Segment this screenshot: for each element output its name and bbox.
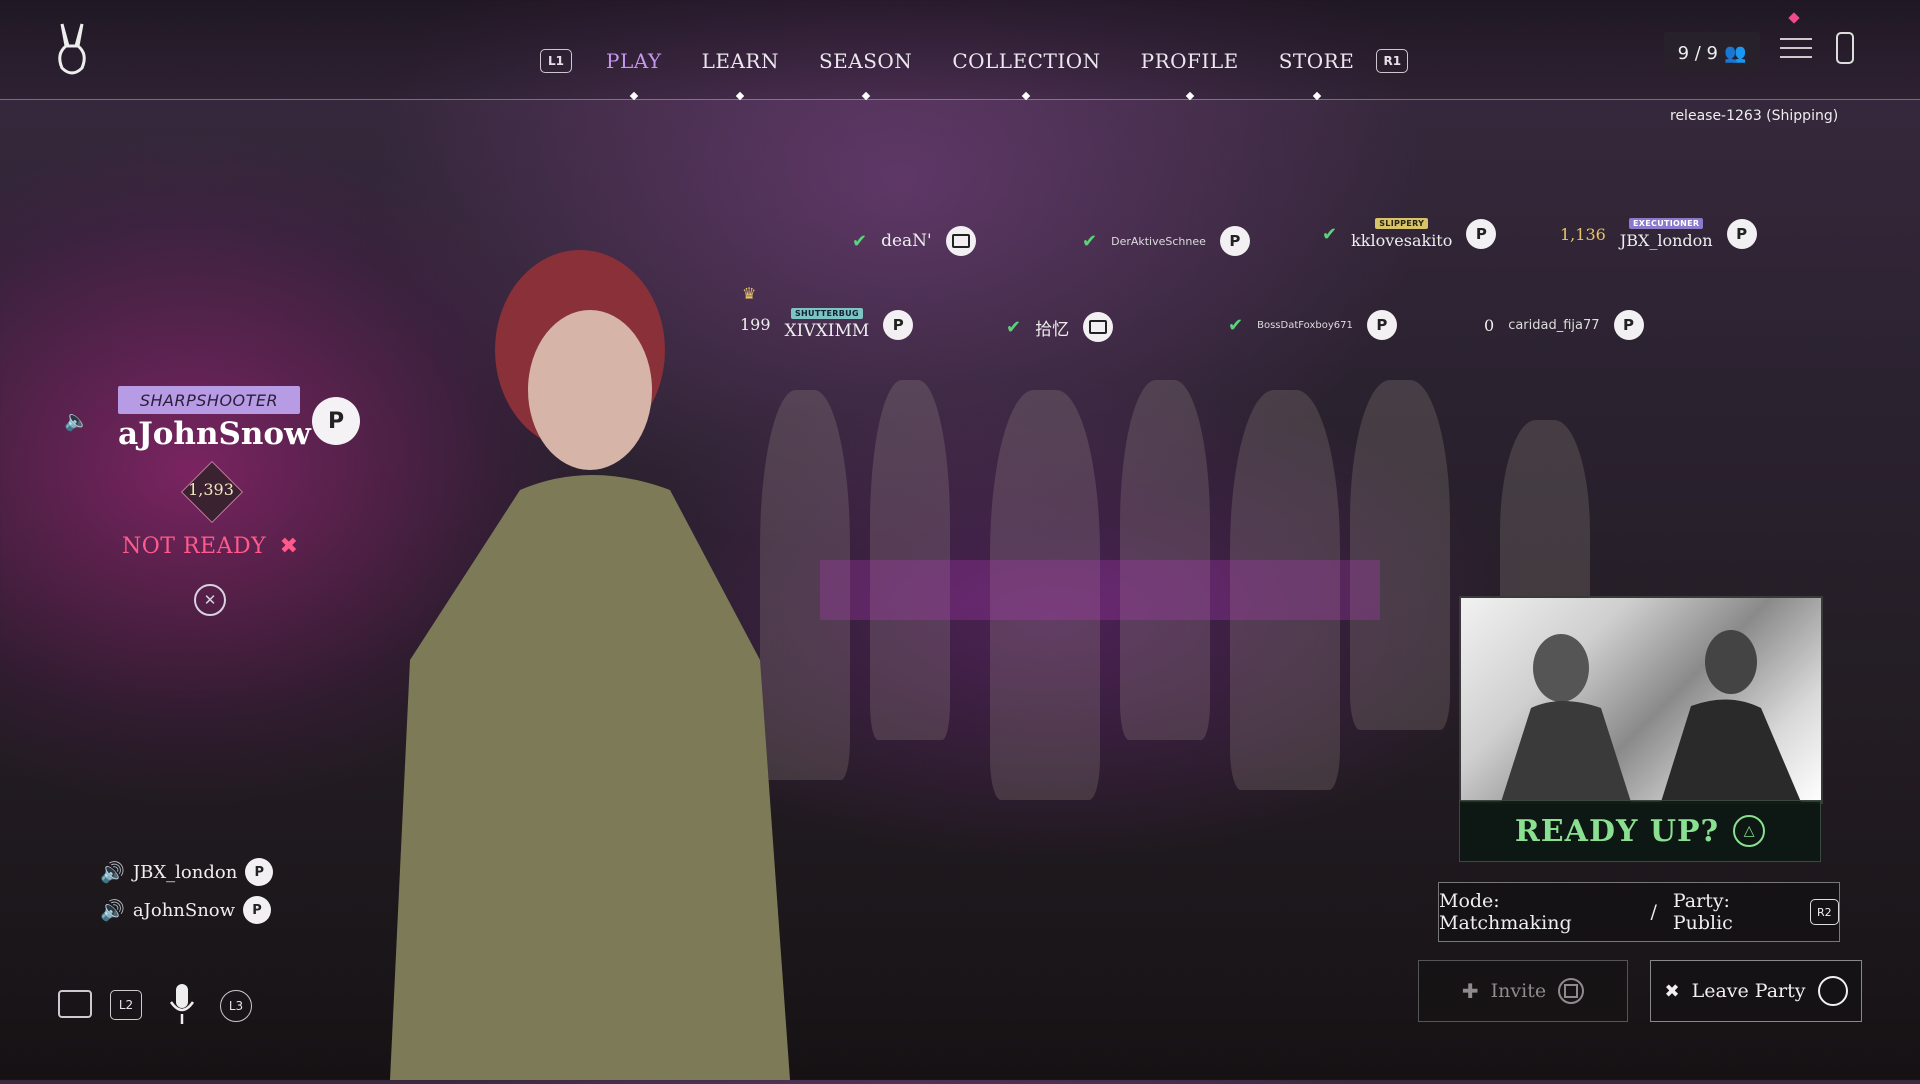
party-privacy: Party: Public xyxy=(1672,890,1733,934)
player-name: XIVXIMM xyxy=(784,321,870,341)
player-score: 0 xyxy=(1484,315,1495,335)
speaker-icon[interactable]: 🔊 xyxy=(100,860,125,884)
voice-chat-row: 🔊 aJohnSnow P xyxy=(100,896,272,924)
player-card[interactable]: ✔ DerAktiveSchnee P xyxy=(1082,226,1250,256)
playstation-icon[interactable]: P xyxy=(312,397,360,445)
triangle-button-icon: △ xyxy=(1733,815,1766,847)
player-name: deaN' xyxy=(881,231,932,251)
voice-player-name: JBX_london xyxy=(132,861,238,883)
leave-party-button[interactable]: ✖ Leave Party xyxy=(1650,960,1862,1022)
speaker-icon[interactable]: 🔊 xyxy=(100,898,125,922)
microphone-icon[interactable] xyxy=(168,982,196,1026)
people-icon: 👥 xyxy=(1724,42,1747,64)
player-name: caridad_fija77 xyxy=(1508,317,1600,333)
player-score: 199 xyxy=(740,315,771,334)
top-divider xyxy=(0,99,1920,100)
close-icon: ✖ xyxy=(1664,980,1680,1002)
tv-icon xyxy=(1083,312,1114,342)
player-card[interactable]: 199 SHUTTERBUG XIVXIMM P xyxy=(740,308,914,341)
l3-button[interactable]: L3 xyxy=(220,990,252,1022)
player-name: DerAktiveSchnee xyxy=(1111,234,1206,248)
playstation-icon: P xyxy=(1366,310,1397,340)
plus-icon: ✚ xyxy=(1461,979,1479,1003)
player-tag: EXECUTIONER xyxy=(1629,218,1704,229)
emote-preview-video xyxy=(1459,596,1823,804)
player-card[interactable]: 0 caridad_fija77 P xyxy=(1484,310,1644,340)
invite-button[interactable]: ✚ Invite xyxy=(1418,960,1628,1022)
player-name: 拾忆 xyxy=(1035,319,1070,340)
battery-icon xyxy=(1836,32,1854,64)
ready-status: NOT READY ✖ xyxy=(122,534,299,559)
mode-selector[interactable]: Mode: Matchmaking / Party: Public R2 xyxy=(1438,882,1840,942)
r2-button: R2 xyxy=(1809,899,1839,925)
rabbit-logo-icon xyxy=(52,22,92,78)
ready-up-label: READY UP? xyxy=(1514,813,1720,849)
ready-check-icon: ✔ xyxy=(1322,223,1338,245)
tab-play[interactable]: PLAY xyxy=(586,49,682,73)
l1-button[interactable]: L1 xyxy=(540,49,572,73)
square-button-icon xyxy=(1558,978,1585,1004)
circle-button-icon xyxy=(1817,976,1848,1006)
ready-up-button[interactable]: READY UP? △ xyxy=(1459,800,1821,862)
playstation-icon: P xyxy=(883,309,914,340)
playstation-icon: P xyxy=(243,896,272,924)
playstation-icon: P xyxy=(1613,310,1644,340)
player-card[interactable]: ✔ deaN' xyxy=(852,226,976,256)
ready-check-icon: ✔ xyxy=(852,230,868,252)
tab-collection[interactable]: COLLECTION xyxy=(932,49,1120,73)
menu-icon[interactable] xyxy=(1780,38,1812,62)
player-card[interactable]: ✔ 拾忆 xyxy=(1006,312,1114,342)
player-tag: SHUTTERBUG xyxy=(790,308,863,319)
version-label: release-1263 (Shipping) xyxy=(1670,108,1839,124)
r1-button[interactable]: R1 xyxy=(1376,49,1409,73)
player-title-badge: SHARPSHOOTER xyxy=(118,386,300,414)
voice-player-name: aJohnSnow xyxy=(132,899,236,921)
player-card[interactable]: ✔ BossDatFoxboy671 P xyxy=(1228,310,1397,340)
l2-button[interactable]: L2 xyxy=(110,990,142,1020)
local-player-name: aJohnSnow xyxy=(118,416,311,452)
playstation-icon: P xyxy=(245,858,274,886)
crown-icon: ♛ xyxy=(742,284,757,303)
playstation-icon: P xyxy=(1726,219,1757,249)
ready-check-icon: ✔ xyxy=(1006,316,1022,338)
tab-learn[interactable]: LEARN xyxy=(682,49,799,73)
voice-chat-row: 🔊 JBX_london P xyxy=(100,858,274,886)
tv-icon xyxy=(945,226,976,256)
player-name: kklovesakito xyxy=(1351,231,1453,250)
party-count-text: 9 / 9 xyxy=(1677,42,1718,64)
player-tag: SLIPPERY xyxy=(1375,218,1429,229)
leave-party-label: Leave Party xyxy=(1691,980,1806,1002)
mode-separator: / xyxy=(1650,901,1657,923)
ready-check-icon: ✔ xyxy=(1228,314,1244,336)
close-icon: ✖ xyxy=(279,534,299,559)
player-name: JBX_london xyxy=(1619,231,1713,250)
ready-status-text: NOT READY xyxy=(122,534,267,559)
tab-profile[interactable]: PROFILE xyxy=(1121,49,1259,73)
ready-check-icon: ✔ xyxy=(1082,230,1098,252)
invite-label: Invite xyxy=(1490,980,1547,1002)
speaker-icon[interactable]: 🔈 xyxy=(64,408,89,432)
tab-season[interactable]: SEASON xyxy=(799,49,932,73)
party-count[interactable]: 9 / 9 👥 xyxy=(1664,32,1760,74)
rank-value: 1,393 xyxy=(188,480,234,499)
chat-icon[interactable] xyxy=(58,990,92,1018)
player-card[interactable]: ✔ SLIPPERY kklovesakito P xyxy=(1322,218,1497,250)
player-score: 1,136 xyxy=(1560,224,1606,244)
playstation-icon: P xyxy=(1466,219,1497,249)
player-name: BossDatFoxboy671 xyxy=(1257,319,1353,331)
player-card[interactable]: 1,136 EXECUTIONER JBX_london P xyxy=(1560,218,1757,250)
playstation-icon: P xyxy=(1219,226,1250,256)
cross-button-icon[interactable]: ✕ xyxy=(194,584,226,616)
character-model xyxy=(370,240,810,1080)
main-nav: L1 PLAY LEARN SEASON COLLECTION PROFILE … xyxy=(540,44,1409,78)
tab-store[interactable]: STORE xyxy=(1259,49,1375,73)
mode-label: Mode: Matchmaking xyxy=(1439,890,1572,934)
